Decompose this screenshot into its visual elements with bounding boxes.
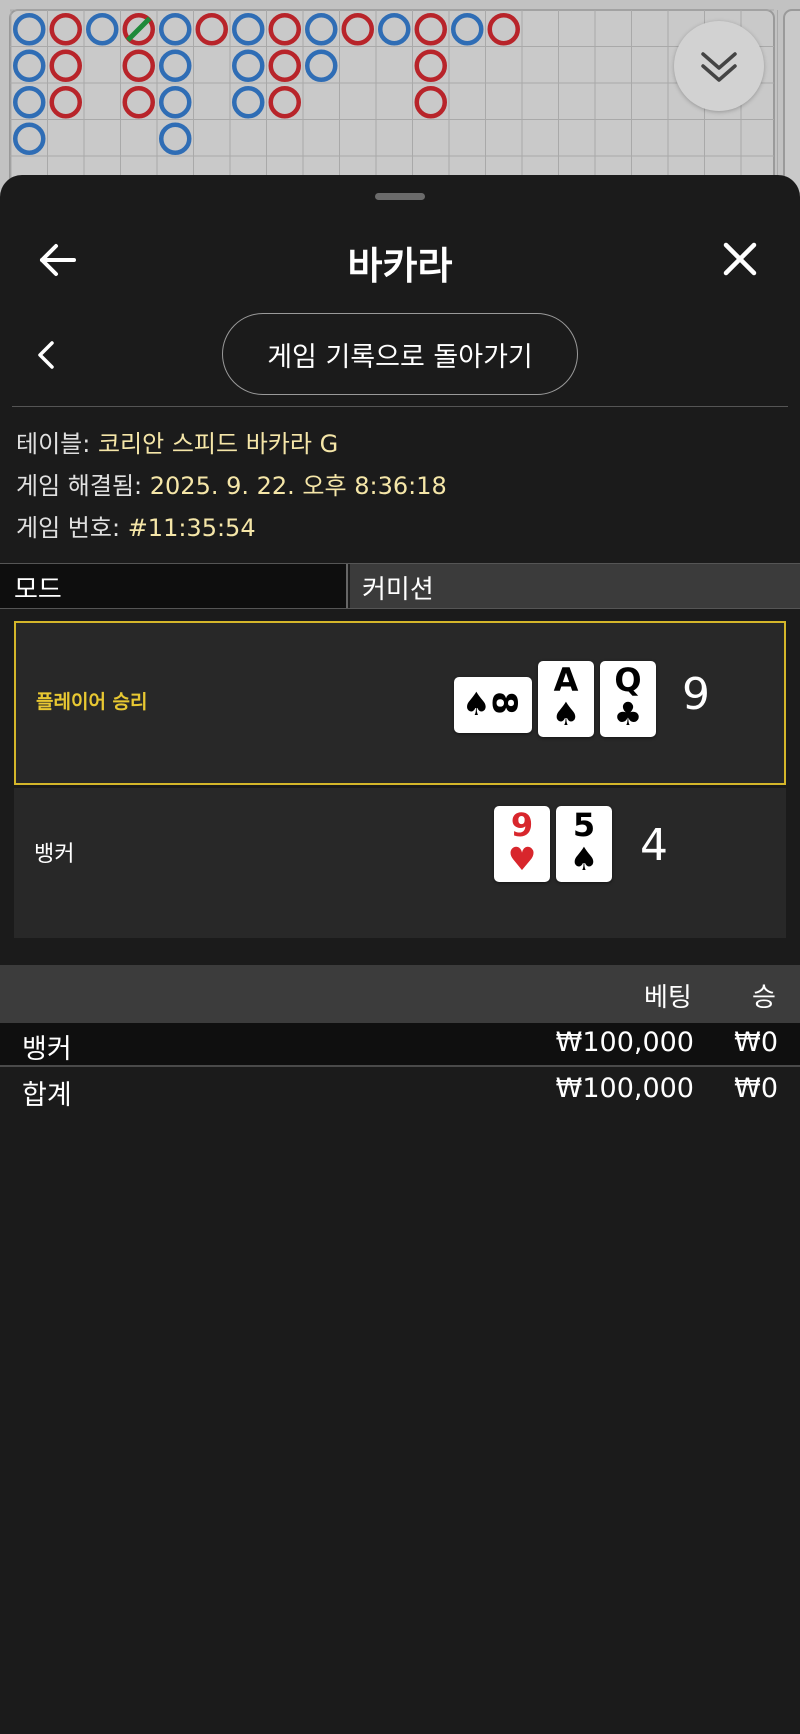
double-chevron-down-icon — [701, 52, 737, 82]
sheet-drag-handle[interactable] — [375, 193, 425, 200]
table-row: 뱅커 ₩100,000 ₩0 — [0, 1023, 800, 1067]
bet-table-header: 베팅 승 — [0, 965, 800, 1023]
player-result: 플레이어 승리 8 ♠ A ♠ Q ♣ 9 — [14, 621, 786, 785]
mode-row: 모드 커미션 — [0, 563, 800, 609]
player-result-label: 플레이어 승리 — [36, 691, 148, 713]
card-suit-icon: ♠ — [551, 695, 581, 733]
total-row: 합계 ₩100,000 ₩0 — [0, 1067, 800, 1115]
roadmap-board-next — [783, 9, 800, 200]
page-title: 바카라 — [347, 244, 453, 288]
card-rank: 9 — [510, 806, 534, 844]
bet-column-header: 베팅 — [644, 983, 692, 1013]
playing-card: 5 ♠ — [556, 806, 612, 882]
card-suit-icon: ♠ — [462, 685, 491, 723]
game-detail-sheet: 바카라 게임 기록으로 돌아가기 테이블: 코리안 스피드 바카라 G 게임 해… — [0, 175, 800, 1734]
card-suit-icon: ♠ — [569, 840, 599, 878]
playing-card: 8 ♠ — [454, 677, 532, 733]
info-number: 게임 번호: #11:35:54 — [16, 507, 786, 549]
bead-road-grid — [9, 9, 800, 200]
roadmap-panel — [0, 0, 800, 200]
playing-card: 9 ♥ — [494, 806, 550, 882]
bet-name: 뱅커 — [22, 1034, 72, 1065]
mode-value-cell: 커미션 — [350, 564, 800, 608]
mode-value: 커미션 — [362, 575, 434, 605]
info-table-key: 테이블: — [16, 430, 91, 458]
mode-label-cell: 모드 — [0, 564, 348, 608]
info-resolved: 게임 해결됨: 2025. 9. 22. 오후 8:36:18 — [16, 465, 786, 507]
playing-card: Q ♣ — [600, 661, 656, 737]
collapse-button[interactable] — [674, 21, 764, 111]
info-resolved-key: 게임 해결됨: — [16, 472, 143, 500]
close-icon[interactable] — [718, 237, 762, 281]
win-column-header: 승 — [752, 983, 776, 1013]
card-rank: 5 — [572, 806, 596, 844]
card-rank: Q — [614, 661, 642, 699]
info-resolved-value: 2025. 9. 22. 오후 8:36:18 — [149, 472, 447, 500]
divider — [12, 406, 788, 407]
chevron-left-icon[interactable] — [32, 337, 60, 373]
bet-table: 베팅 승 뱅커 ₩100,000 ₩0 합계 ₩100,000 ₩0 — [0, 965, 800, 1115]
mode-label: 모드 — [14, 575, 62, 605]
total-label: 합계 — [22, 1080, 72, 1111]
total-win: ₩0 — [734, 1073, 778, 1104]
card-suit-icon: ♣ — [613, 695, 643, 733]
bet-amount: ₩100,000 — [555, 1027, 694, 1058]
card-suit-icon: ♥ — [507, 840, 537, 878]
sheet-header: 바카라 — [0, 215, 800, 305]
win-amount: ₩0 — [734, 1027, 778, 1058]
history-nav-row: 게임 기록으로 돌아가기 — [0, 313, 800, 397]
hand-results: 플레이어 승리 8 ♠ A ♠ Q ♣ 9 뱅커 9 ♥ 5 ♠ 4 — [0, 611, 800, 939]
banker-result-label: 뱅커 — [34, 842, 75, 867]
total-bet: ₩100,000 — [555, 1073, 694, 1104]
back-to-history-button[interactable]: 게임 기록으로 돌아가기 — [222, 313, 578, 395]
info-table: 테이블: 코리안 스피드 바카라 G — [16, 423, 786, 465]
playing-card: A ♠ — [538, 661, 594, 737]
info-table-value: 코리안 스피드 바카라 G — [97, 430, 339, 458]
banker-score: 4 — [640, 820, 668, 871]
info-number-value: #11:35:54 — [127, 514, 256, 542]
banker-result: 뱅커 9 ♥ 5 ♠ 4 — [14, 788, 786, 938]
player-score: 9 — [682, 669, 710, 720]
info-number-key: 게임 번호: — [16, 514, 121, 542]
game-info: 테이블: 코리안 스피드 바카라 G 게임 해결됨: 2025. 9. 22. … — [16, 423, 786, 549]
card-rank: A — [553, 661, 579, 699]
